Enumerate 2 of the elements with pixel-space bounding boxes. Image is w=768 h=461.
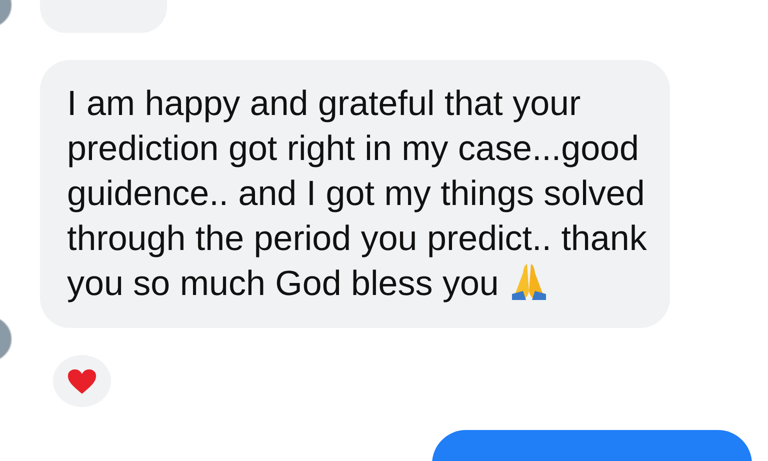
message-text: I am happy and grateful that your prediction got right in my case...good guidence.. and I got my things solved through the period you predict.. thank you so much God bless you: [67, 83, 647, 305]
heart-icon: [67, 368, 97, 394]
